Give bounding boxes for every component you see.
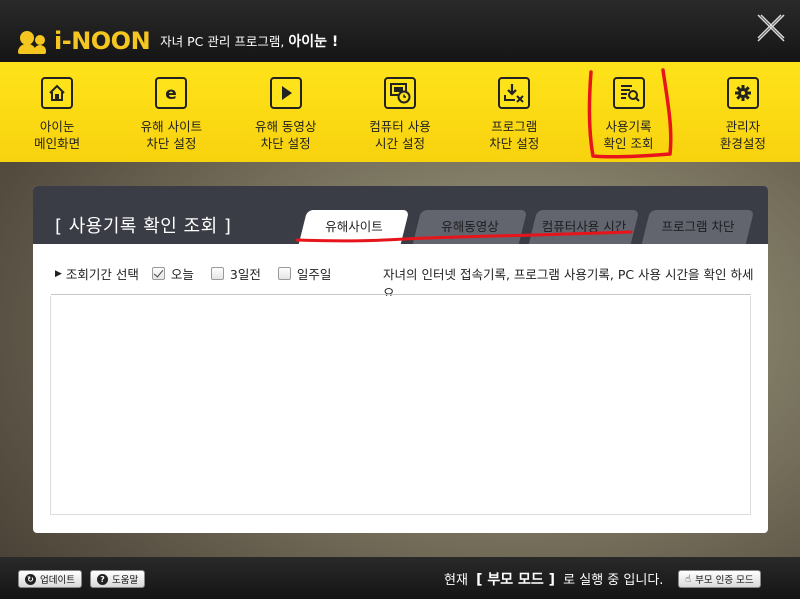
tab-harmful-site[interactable]: 유해사이트: [298, 210, 410, 244]
toolbar-label: 사용기록 확인 조회: [603, 119, 654, 151]
question-icon: ?: [97, 573, 108, 585]
update-label: 업데이트: [40, 575, 75, 586]
parent-auth-button[interactable]: ☝ 부모 인증 모드: [678, 570, 761, 588]
refresh-icon: ↻: [25, 573, 36, 585]
toolbar-label: 컴퓨터 사용 시간 설정: [369, 119, 431, 151]
panel-title: [ 사용기록 확인 조회 ]: [55, 216, 232, 237]
period-label: 조회기간 선택: [65, 267, 139, 282]
toolbar-item-block-program[interactable]: 프로그램 차단 설정: [457, 62, 571, 162]
status-bar: ↻ 업데이트 ? 도움말 현재 [ 부모 모드 ] 로 실행 중 입니다. ☝ …: [0, 557, 800, 599]
option-3days[interactable]: 3일전: [210, 264, 261, 283]
title-bar: i-NOON 자녀 PC 관리 프로그램, 아이눈 !: [0, 0, 800, 62]
status-mode: [ 부모 모드 ]: [476, 572, 556, 588]
home-icon: [41, 77, 74, 109]
status-prefix: 현재: [444, 573, 468, 588]
auth-label: 부모 인증 모드: [695, 575, 754, 586]
toolbar-item-usage-log[interactable]: 사용기록 확인 조회: [571, 62, 685, 162]
toolbar-label: 아이눈 메인화면: [34, 119, 81, 151]
mode-status: 현재 [ 부모 모드 ] 로 실행 중 입니다.: [444, 569, 663, 589]
toolbar-label: 유해 동영상 차단 설정: [254, 119, 317, 151]
toolbar-label: 유해 사이트 차단 설정: [140, 119, 203, 151]
ie-icon: e: [155, 77, 188, 109]
checkbox-today[interactable]: [151, 267, 165, 280]
toolbar-item-pc-time[interactable]: 컴퓨터 사용 시간 설정: [343, 62, 457, 162]
tab-label: 유해사이트: [325, 219, 383, 234]
update-button[interactable]: ↻ 업데이트: [18, 570, 82, 588]
option-label: 3일전: [229, 267, 261, 282]
logo-text: i-NOON: [54, 27, 151, 55]
tab-label: 유해동영상: [441, 219, 499, 234]
status-suffix: 로 실행 중 입니다.: [563, 573, 664, 588]
app-window: i-NOON 자녀 PC 관리 프로그램, 아이눈 ! 아이눈 메인화면 e 유…: [0, 0, 800, 599]
main-toolbar: 아이눈 메인화면 e 유해 사이트 차단 설정 유해 동영상 차단 설정 컴퓨터…: [0, 62, 800, 162]
tab-label: 프로그램 차단: [661, 219, 735, 234]
download-block-icon: [498, 77, 531, 109]
panel-header: [ 사용기록 확인 조회 ] 유해사이트 유해동영상 컴퓨터사용 시간 프로그램…: [33, 186, 768, 244]
toolbar-item-block-video[interactable]: 유해 동영상 차단 설정: [229, 62, 343, 162]
triangle-right-icon: ▶: [55, 268, 62, 279]
usage-log-panel: [ 사용기록 확인 조회 ] 유해사이트 유해동영상 컴퓨터사용 시간 프로그램…: [33, 186, 768, 533]
toolbar-item-home[interactable]: 아이눈 메인화면: [0, 62, 114, 162]
help-button[interactable]: ? 도움말: [90, 570, 146, 588]
subtitle-brand: 아이눈 !: [288, 34, 339, 50]
svg-text:e: e: [166, 84, 178, 103]
subtitle-prefix: 자녀 PC 관리 프로그램,: [160, 34, 285, 49]
tab-harmful-video[interactable]: 유해동영상: [412, 210, 528, 244]
monitor-clock-icon: [383, 77, 416, 109]
toolbar-label: 관리자 환경설정: [719, 119, 766, 151]
hand-icon: ☝: [685, 573, 692, 585]
toolbar-item-block-site[interactable]: e 유해 사이트 차단 설정: [114, 62, 228, 162]
checkbox-week[interactable]: [277, 267, 291, 280]
tab-label: 컴퓨터사용 시간: [541, 219, 627, 234]
gear-icon: [726, 77, 759, 109]
option-label: 일주일: [296, 267, 332, 282]
tab-pc-usage-time[interactable]: 컴퓨터사용 시간: [528, 210, 640, 244]
option-label: 오늘: [170, 267, 194, 282]
results-list[interactable]: [50, 296, 751, 515]
tab-program-block[interactable]: 프로그램 차단: [641, 210, 755, 244]
logo-people-icon: [18, 27, 52, 55]
close-icon[interactable]: [755, 12, 787, 44]
option-week[interactable]: 일주일: [277, 264, 332, 283]
toolbar-item-admin-settings[interactable]: 관리자 환경설정: [686, 62, 800, 162]
checkbox-3days[interactable]: [210, 267, 224, 280]
period-filter: ▶ 조회기간 선택 오늘 3일전 일주일: [55, 264, 348, 283]
help-label: 도움말: [112, 575, 139, 586]
divider: [51, 294, 751, 295]
play-icon: [269, 77, 302, 109]
option-today[interactable]: 오늘: [151, 264, 194, 283]
log-search-icon: [612, 77, 645, 109]
toolbar-label: 프로그램 차단 설정: [489, 119, 540, 151]
app-subtitle: 자녀 PC 관리 프로그램, 아이눈 !: [160, 31, 338, 51]
app-logo: i-NOON 자녀 PC 관리 프로그램, 아이눈 !: [18, 26, 338, 56]
